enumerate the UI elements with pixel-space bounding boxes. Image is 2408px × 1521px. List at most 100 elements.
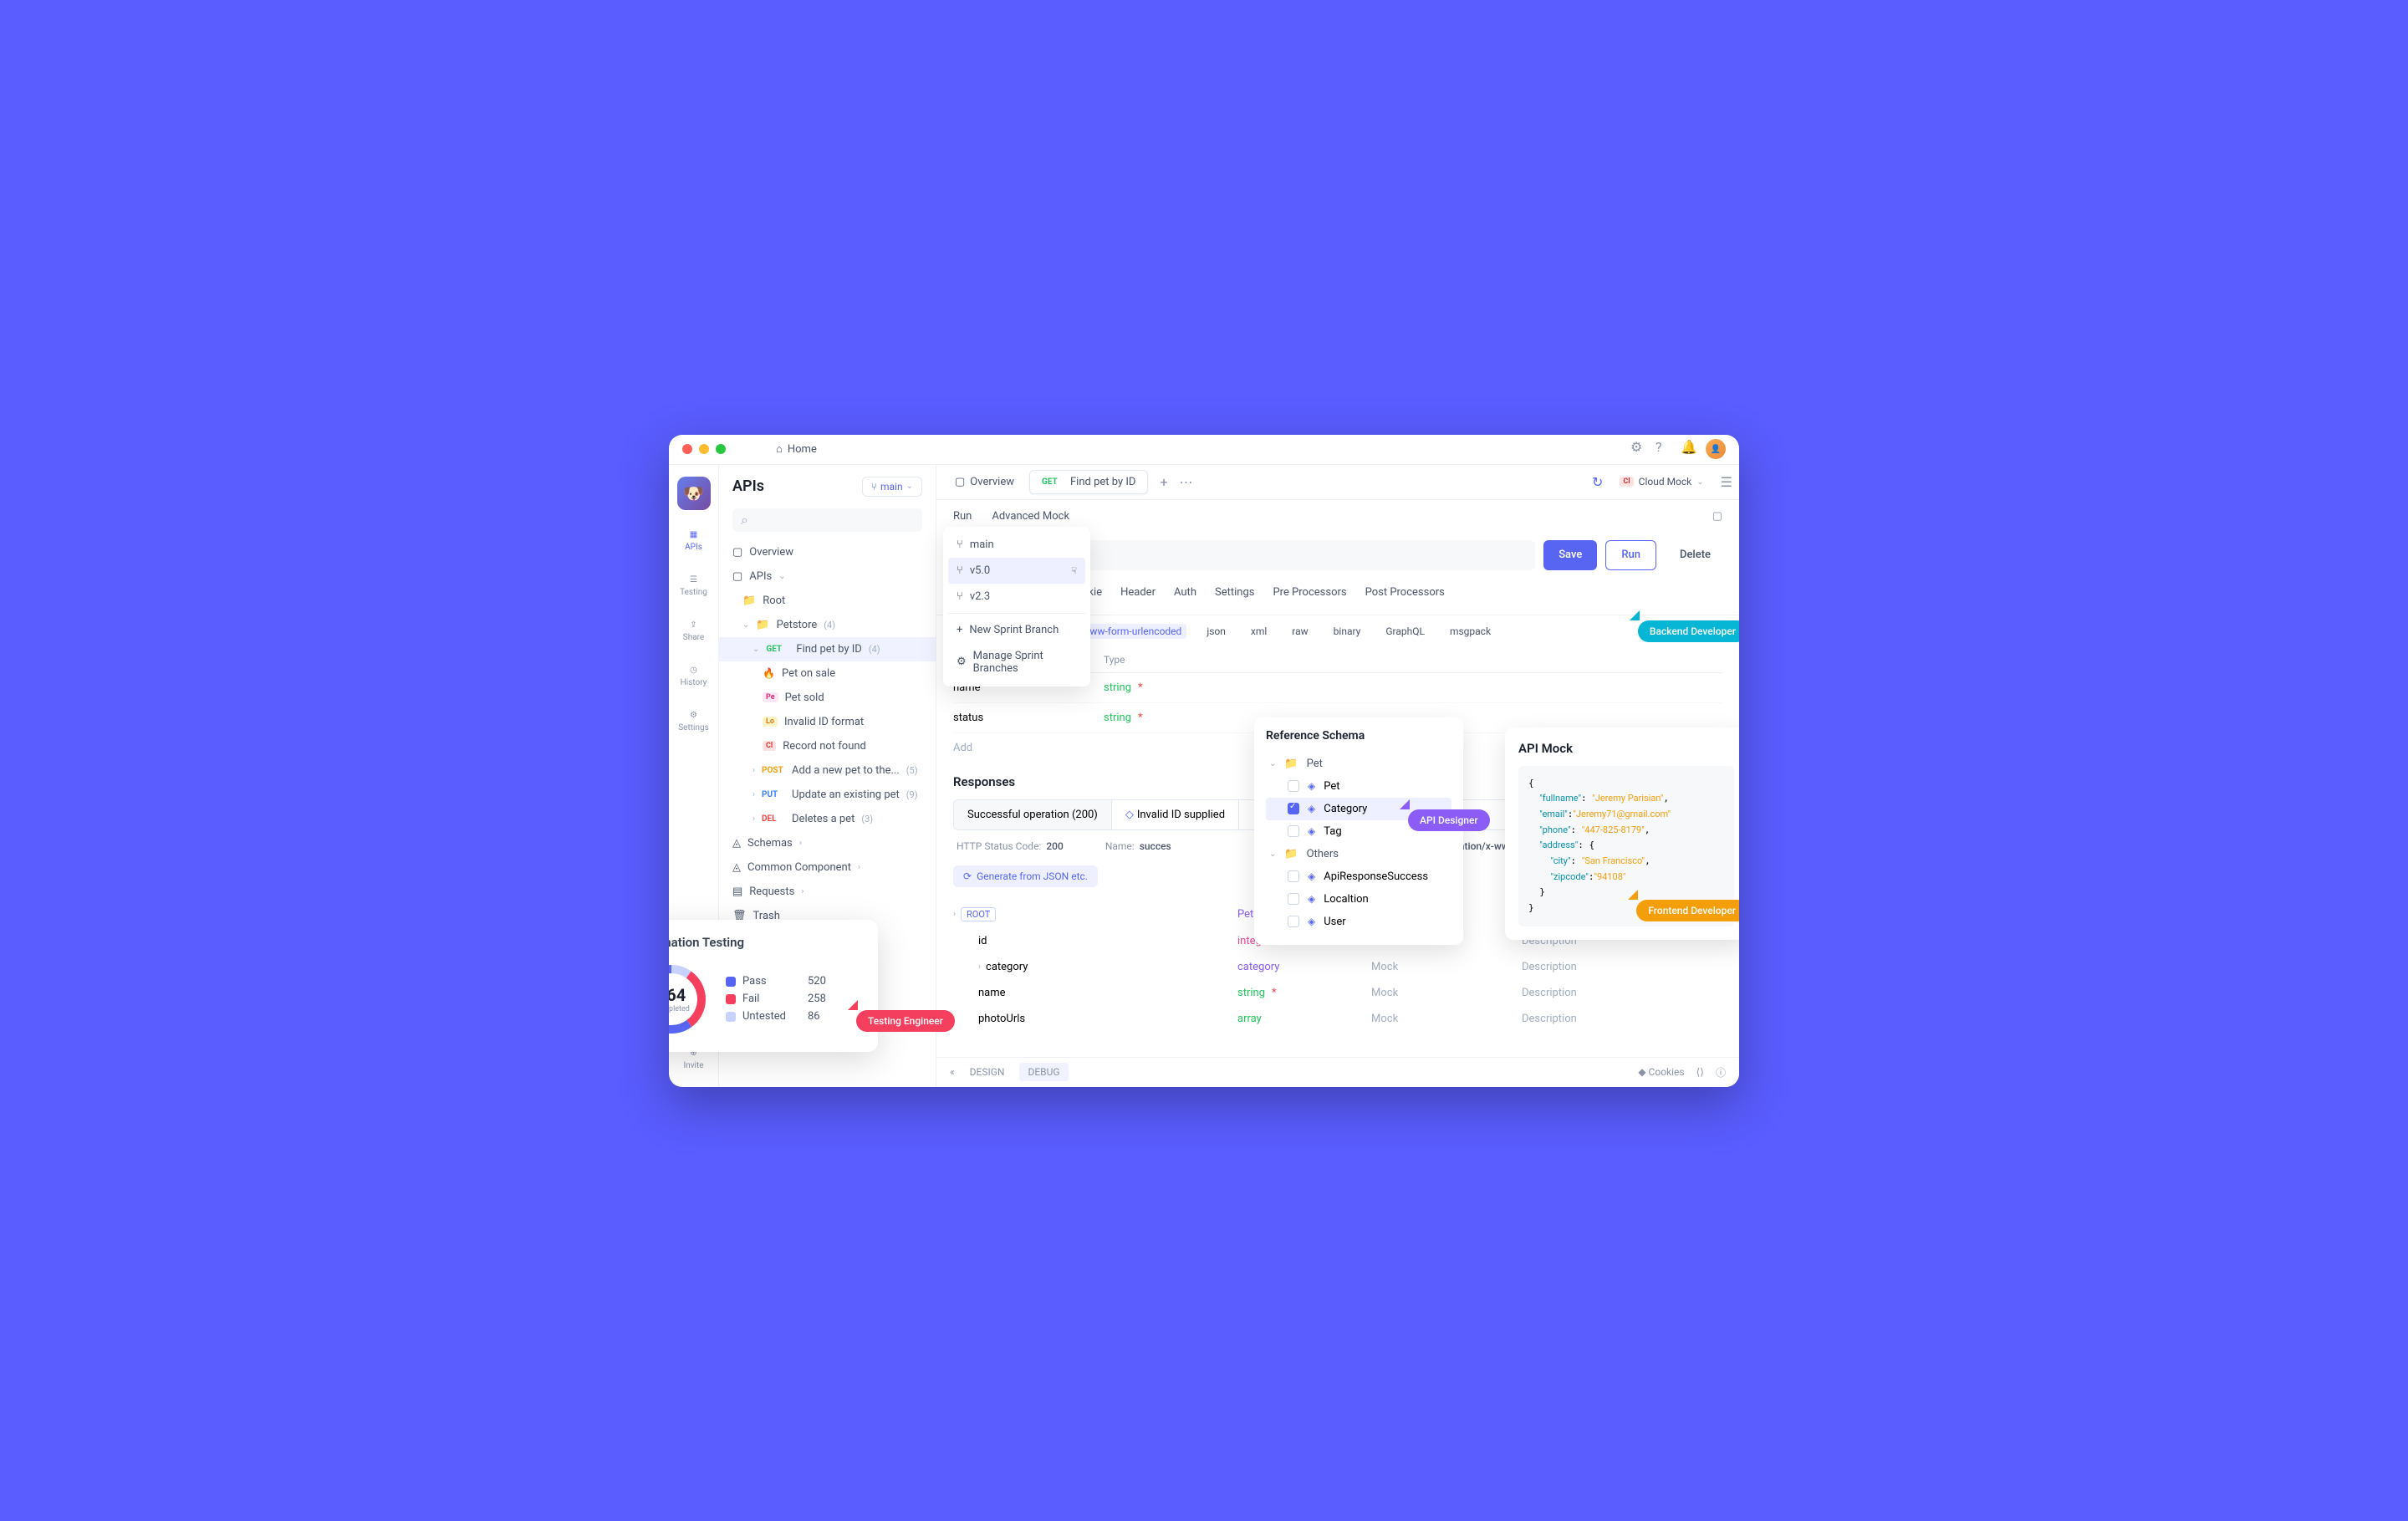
cookies-button[interactable]: ◆ Cookies [1638,1066,1684,1078]
rail-item-share[interactable]: ⇪ Share [680,617,707,646]
footer-debug[interactable]: DEBUG [1019,1063,1068,1081]
app-logo[interactable]: 🐶 [677,477,711,510]
reqtab-pre[interactable]: Pre Processors [1273,585,1346,606]
sync-icon[interactable]: ↻ [1592,474,1603,490]
tab-overview[interactable]: ▢Overview [943,471,1026,493]
bodytype-xml[interactable]: xml [1246,624,1272,639]
tree-findpet[interactable]: ⌄GETFind pet by ID(4) [719,637,936,661]
chevron-right-icon: › [799,839,802,848]
bell-icon[interactable]: 🔔 [1681,439,1694,452]
branch-manage[interactable]: ⚙Manage Sprint Branches [948,643,1085,681]
schema-location[interactable]: ◈Localtion [1266,888,1451,911]
maximize-window-button[interactable] [716,444,726,454]
generate-button[interactable]: ⟳Generate from JSON etc. [953,865,1098,887]
cube-icon: ◈ [1308,825,1315,837]
schema-row[interactable]: photoUrls array Mock Description [953,1006,1722,1032]
info-icon[interactable]: ⓘ [1716,1065,1726,1080]
chevron-down-icon: ⌄ [1269,759,1276,768]
search-input[interactable]: ⌕ [732,508,922,532]
tree-root[interactable]: 📁Root [719,589,936,613]
rail-item-settings[interactable]: ⚙ Settings [675,707,712,736]
chevron-right-icon: › [953,910,956,919]
menu-icon[interactable]: ☰ [1721,474,1732,490]
schema-user[interactable]: ◈User [1266,911,1451,933]
history-icon: ◷ [690,666,697,675]
subtab-run[interactable]: Run [953,510,972,523]
folder-icon: 📁 [756,619,769,631]
help-icon[interactable]: ? [1656,439,1669,452]
tree-petstore[interactable]: ⌄📁Petstore(4) [719,613,936,637]
reqtab-settings[interactable]: Settings [1215,585,1254,606]
tree-common[interactable]: ◬Common Component› [719,855,936,880]
resptab-success[interactable]: Successful operation (200) [954,800,1112,829]
chevron-down-icon: ⌄ [906,482,913,491]
tree-deletepet[interactable]: ›DELDeletes a pet(3) [719,807,936,831]
reqtab-post[interactable]: Post Processors [1365,585,1445,606]
tab-more-button[interactable]: ⋯ [1180,474,1193,490]
tab-findpet[interactable]: GETFind pet by ID [1029,470,1148,494]
chart-legend: Pass520 Fail258 Untested86 [726,972,826,1025]
reqtab-header[interactable]: Header [1120,585,1156,606]
reqtab-auth[interactable]: Auth [1174,585,1196,606]
collapse-icon[interactable]: « [950,1066,955,1078]
bodytype-msgpack[interactable]: msgpack [1445,624,1496,639]
share-icon: ⇪ [690,620,696,630]
close-window-button[interactable] [682,444,692,454]
gear-icon[interactable]: ⚙ [1630,439,1644,452]
panel-icon[interactable]: ▢ [1712,510,1722,523]
minimize-window-button[interactable] [699,444,709,454]
home-label: Home [788,443,817,456]
subtab-mock[interactable]: Advanced Mock [992,510,1069,523]
branch-main[interactable]: ⑂main [948,532,1085,558]
tree-petsold[interactable]: PePet sold [719,686,936,710]
branch-v23[interactable]: ⑂v2.3 [948,584,1085,610]
bodytype-binary[interactable]: binary [1329,624,1366,639]
bodytype-raw[interactable]: raw [1287,624,1313,639]
checkbox[interactable] [1288,825,1299,837]
rail-item-history[interactable]: ◷ History [677,662,711,691]
tree-updatepet[interactable]: ›PUTUpdate an existing pet(9) [719,783,936,807]
settings-icon: ⚙ [690,711,697,720]
environment-selector[interactable]: Cl Cloud Mock ⌄ [1611,472,1712,491]
tree-addpet[interactable]: ›POSTAdd a new pet to the...(5) [719,758,936,783]
avatar[interactable]: 👤 [1706,439,1726,459]
checkbox[interactable] [1288,916,1299,927]
save-button[interactable]: Save [1543,540,1597,570]
schema-folder-pet[interactable]: ⌄📁Pet [1266,753,1451,775]
schema-apisuccess[interactable]: ◈ApiResponseSuccess [1266,865,1451,888]
code-icon[interactable]: ⟨⟩ [1696,1066,1704,1078]
branch-selector[interactable]: ⑂ main ⌄ [862,477,922,497]
home-button[interactable]: ⌂ Home [776,442,817,456]
rail-item-apis[interactable]: ▦ APIs [681,527,706,555]
tree-requests[interactable]: ▤Requests› [719,880,936,904]
search-icon: ⌕ [741,512,748,528]
legend-color [726,994,736,1004]
schema-row[interactable]: name string* Mock Description [953,980,1722,1006]
checkbox-checked[interactable] [1288,803,1299,814]
checkbox[interactable] [1288,893,1299,905]
tree-recordnf[interactable]: ClRecord not found [719,734,936,758]
checkbox[interactable] [1288,870,1299,882]
checkbox[interactable] [1288,780,1299,792]
bodytype-graphql[interactable]: GraphQL [1380,624,1430,639]
overview-icon: ▢ [732,546,742,559]
delete-button[interactable]: Delete [1665,540,1726,570]
tree-overview[interactable]: ▢Overview [719,540,936,564]
schema-row[interactable]: ›category category Mock Description [953,954,1722,980]
resptab-invalid[interactable]: ◇Invalid ID supplied [1112,800,1239,829]
branch-v5[interactable]: ⑂v5.0☟ [948,558,1085,584]
tree-petonsale[interactable]: 🔥Pet on sale [719,661,936,686]
tree-apis[interactable]: ▢APIs⌄ [719,564,936,589]
tree-schemas[interactable]: ◬Schemas› [719,831,936,855]
rail-item-testing[interactable]: ☰ Testing [676,572,711,600]
tree-invalidid[interactable]: LoInvalid ID format [719,710,936,734]
schema-folder-others[interactable]: ⌄📁Others [1266,843,1451,865]
run-button[interactable]: Run [1605,540,1656,570]
add-tab-button[interactable]: + [1151,474,1176,490]
schema-pet[interactable]: ◈Pet [1266,775,1451,798]
footer: « DESIGN DEBUG ◆ Cookies ⟨⟩ ⓘ [936,1057,1739,1087]
footer-design[interactable]: DESIGN [962,1063,1013,1081]
branch-new[interactable]: +New Sprint Branch [948,617,1085,643]
bodytype-json[interactable]: json [1201,624,1231,639]
tab-bar: ▢Overview GETFind pet by ID + ⋯ ↻ Cl Clo… [936,465,1739,500]
